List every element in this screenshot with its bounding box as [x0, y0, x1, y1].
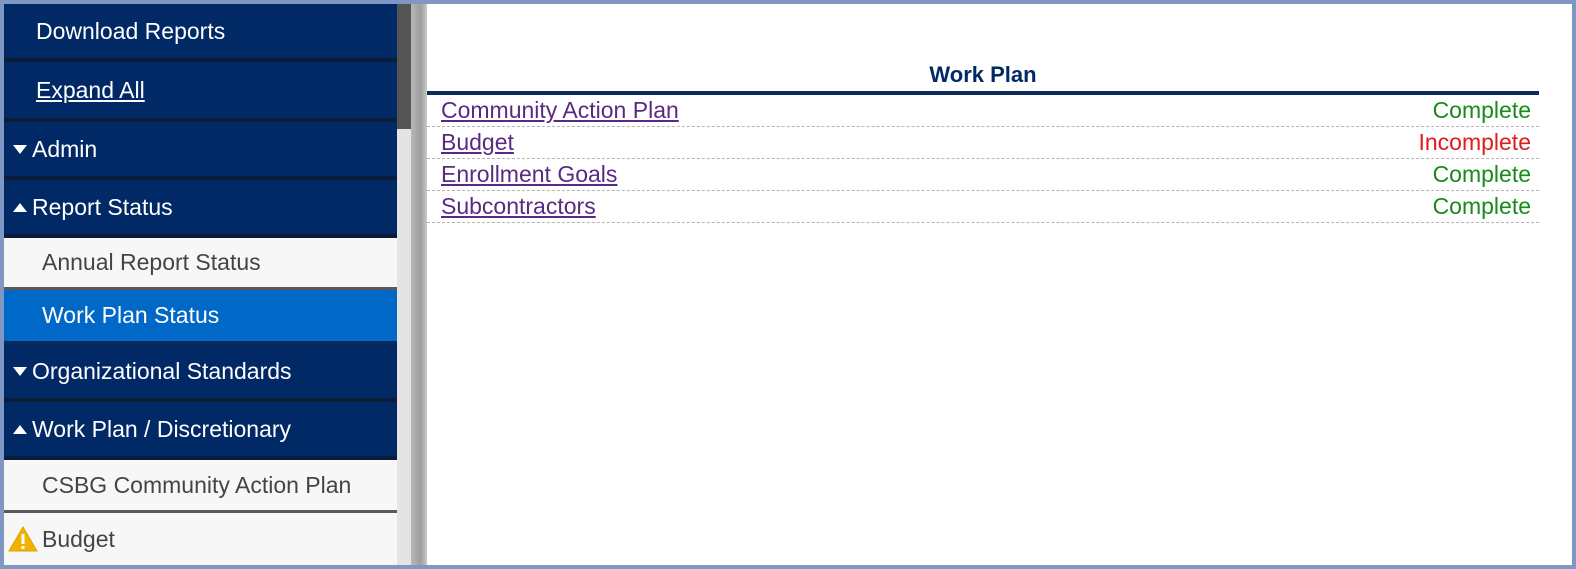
sidebar-item-work-plan-discretionary[interactable]: Work Plan / Discretionary — [4, 402, 397, 460]
expand-all-label: Expand All — [36, 76, 145, 103]
sidebar-item-label: Admin — [32, 135, 98, 162]
sidebar-item-organizational-standards[interactable]: Organizational Standards — [4, 344, 397, 402]
triangle-up-icon — [4, 424, 32, 434]
scrollbar-thumb[interactable] — [397, 4, 411, 129]
sidebar-item-admin[interactable]: Admin — [4, 122, 397, 180]
sidebar-scrollbar[interactable] — [397, 4, 411, 565]
download-reports-label: Download Reports — [36, 17, 226, 44]
sidebar-item-annual-report-status[interactable]: Annual Report Status — [4, 238, 397, 290]
sidebar: Download Reports Expand All Admin Report… — [4, 4, 397, 565]
sidebar-item-label: Organizational Standards — [32, 357, 292, 384]
sidebar-item-label: Work Plan / Discretionary — [32, 415, 292, 442]
sidebar-item-label: Report Status — [32, 193, 173, 220]
sidebar-item-csbg-community-action-plan[interactable]: CSBG Community Action Plan — [4, 460, 397, 513]
pane-divider[interactable] — [411, 4, 427, 565]
list-item: Enrollment Goals Complete — [427, 159, 1539, 191]
download-reports-button[interactable]: Download Reports — [4, 4, 397, 62]
status-text: Complete — [1432, 193, 1531, 219]
sidebar-item-label: CSBG Community Action Plan — [42, 471, 352, 498]
list-item: Community Action Plan Complete — [427, 95, 1539, 127]
status-text: Complete — [1432, 161, 1531, 187]
app-frame: Download Reports Expand All Admin Report… — [0, 0, 1576, 569]
sidebar-item-label: Annual Report Status — [42, 249, 261, 275]
triangle-down-icon — [4, 144, 32, 154]
row-link[interactable]: Enrollment Goals — [441, 161, 617, 188]
expand-all-link[interactable]: Expand All — [4, 62, 397, 122]
main-content: Work Plan Community Action Plan Complete… — [427, 4, 1572, 565]
row-link[interactable]: Subcontractors — [441, 193, 596, 220]
list-item: Subcontractors Complete — [427, 191, 1539, 223]
triangle-up-icon — [4, 202, 32, 212]
row-link[interactable]: Community Action Plan — [441, 97, 679, 124]
page-title: Work Plan — [929, 62, 1037, 87]
work-plan-list: Community Action Plan Complete Budget In… — [427, 95, 1539, 223]
sidebar-item-budget[interactable]: Budget — [4, 513, 397, 565]
status-text: Incomplete — [1418, 129, 1531, 155]
list-item: Budget Incomplete — [427, 127, 1539, 159]
sidebar-item-work-plan-status[interactable]: Work Plan Status — [4, 290, 397, 344]
status-text: Complete — [1432, 97, 1531, 123]
triangle-down-icon — [4, 366, 32, 376]
sidebar-item-label: Budget — [42, 525, 115, 552]
sidebar-item-report-status[interactable]: Report Status — [4, 180, 397, 238]
warning-icon — [4, 525, 42, 553]
row-link[interactable]: Budget — [441, 129, 514, 156]
sidebar-item-label: Work Plan Status — [42, 302, 220, 328]
